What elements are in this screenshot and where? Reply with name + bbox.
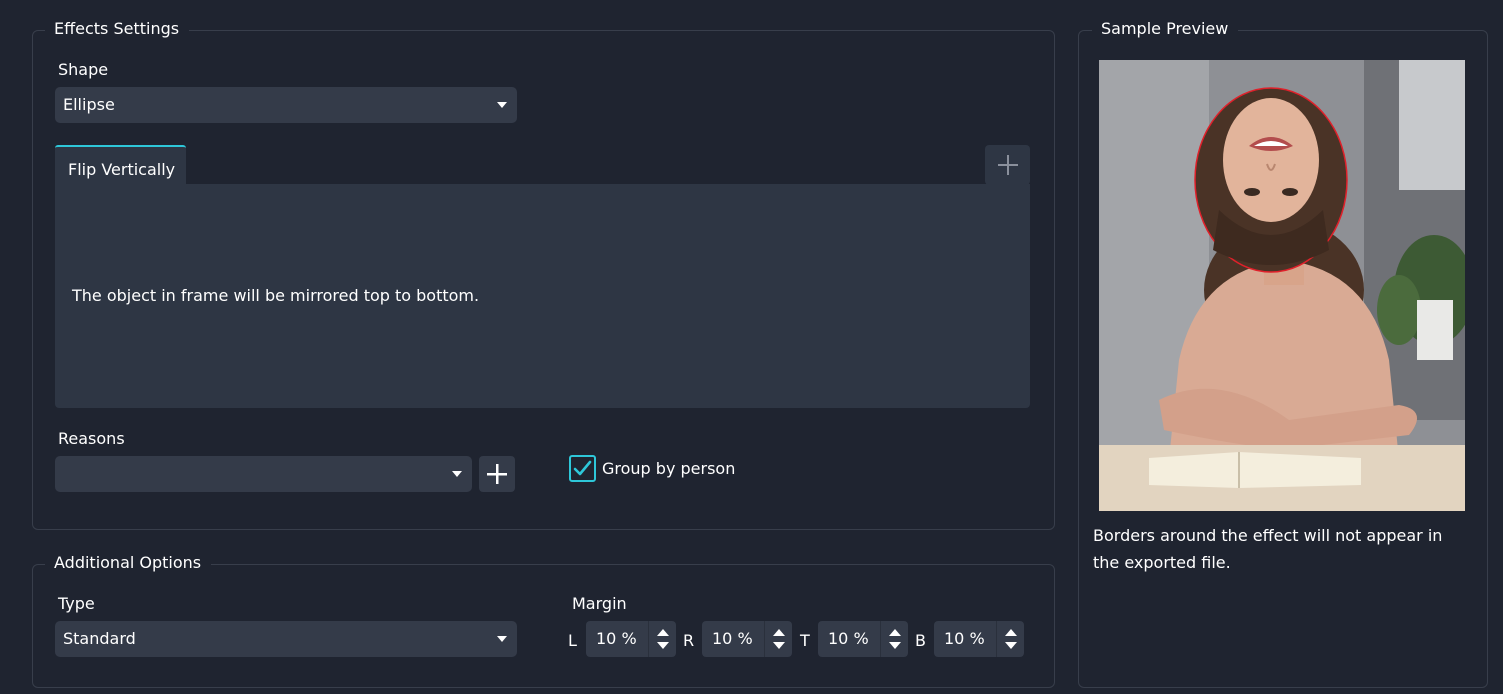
caret-down-icon (452, 471, 462, 477)
spin-down-icon[interactable] (1005, 642, 1017, 649)
effect-description: The object in frame will be mirrored top… (72, 286, 480, 305)
sample-preview-image (1099, 60, 1465, 511)
additional-options-title: Additional Options (45, 553, 212, 573)
shape-value: Ellipse (63, 95, 115, 114)
spin-down-icon[interactable] (657, 642, 669, 649)
plus-icon (487, 464, 507, 484)
spin-up-icon[interactable] (773, 629, 785, 636)
add-reason-button[interactable] (479, 456, 515, 492)
margin-label: Margin (572, 594, 627, 613)
spin-arrows (996, 621, 1024, 657)
margin-right-value: 10 % (712, 629, 753, 648)
type-dropdown[interactable]: Standard (55, 621, 517, 657)
reasons-label: Reasons (58, 429, 125, 448)
spin-arrows (880, 621, 908, 657)
spin-up-icon[interactable] (657, 629, 669, 636)
effects-settings-title: Effects Settings (45, 19, 190, 39)
margin-bottom-spinbox[interactable]: 10 % (934, 621, 1024, 657)
type-value: Standard (63, 629, 136, 648)
type-label: Type (58, 594, 95, 613)
tab-flip-vertically[interactable]: Flip Vertically (55, 145, 186, 185)
margin-bottom-label: B (915, 631, 926, 650)
spin-down-icon[interactable] (773, 642, 785, 649)
spin-down-icon[interactable] (889, 642, 901, 649)
margin-right-label: R (683, 631, 695, 650)
shape-label: Shape (58, 60, 109, 79)
spin-arrows (764, 621, 792, 657)
group-by-person-label[interactable]: Group by person (602, 459, 735, 479)
sample-preview-title: Sample Preview (1092, 19, 1239, 39)
margin-right-spinbox[interactable]: 10 % (702, 621, 792, 657)
caret-down-icon (497, 102, 507, 108)
shape-dropdown[interactable]: Ellipse (55, 87, 517, 123)
preview-illustration (1099, 60, 1465, 511)
caret-down-icon (497, 636, 507, 642)
margin-top-value: 10 % (828, 629, 869, 648)
margin-left-spinbox[interactable]: 10 % (586, 621, 676, 657)
spin-up-icon[interactable] (1005, 629, 1017, 636)
checkmark-icon (573, 460, 592, 476)
plus-icon (997, 155, 1018, 175)
margin-bottom-value: 10 % (944, 629, 985, 648)
margin-top-label: T (800, 631, 810, 650)
margin-left-value: 10 % (596, 629, 637, 648)
reasons-dropdown[interactable] (55, 456, 472, 492)
group-by-person-checkbox[interactable] (569, 455, 596, 482)
spin-arrows (648, 621, 676, 657)
tab-label: Flip Vertically (68, 160, 176, 179)
preview-note: Borders around the effect will not appea… (1093, 526, 1443, 572)
add-effect-button[interactable] (985, 145, 1030, 185)
tab-panel: The object in frame will be mirrored top… (55, 184, 1030, 408)
margin-left-label: L (568, 631, 577, 650)
margin-top-spinbox[interactable]: 10 % (818, 621, 908, 657)
spin-up-icon[interactable] (889, 629, 901, 636)
